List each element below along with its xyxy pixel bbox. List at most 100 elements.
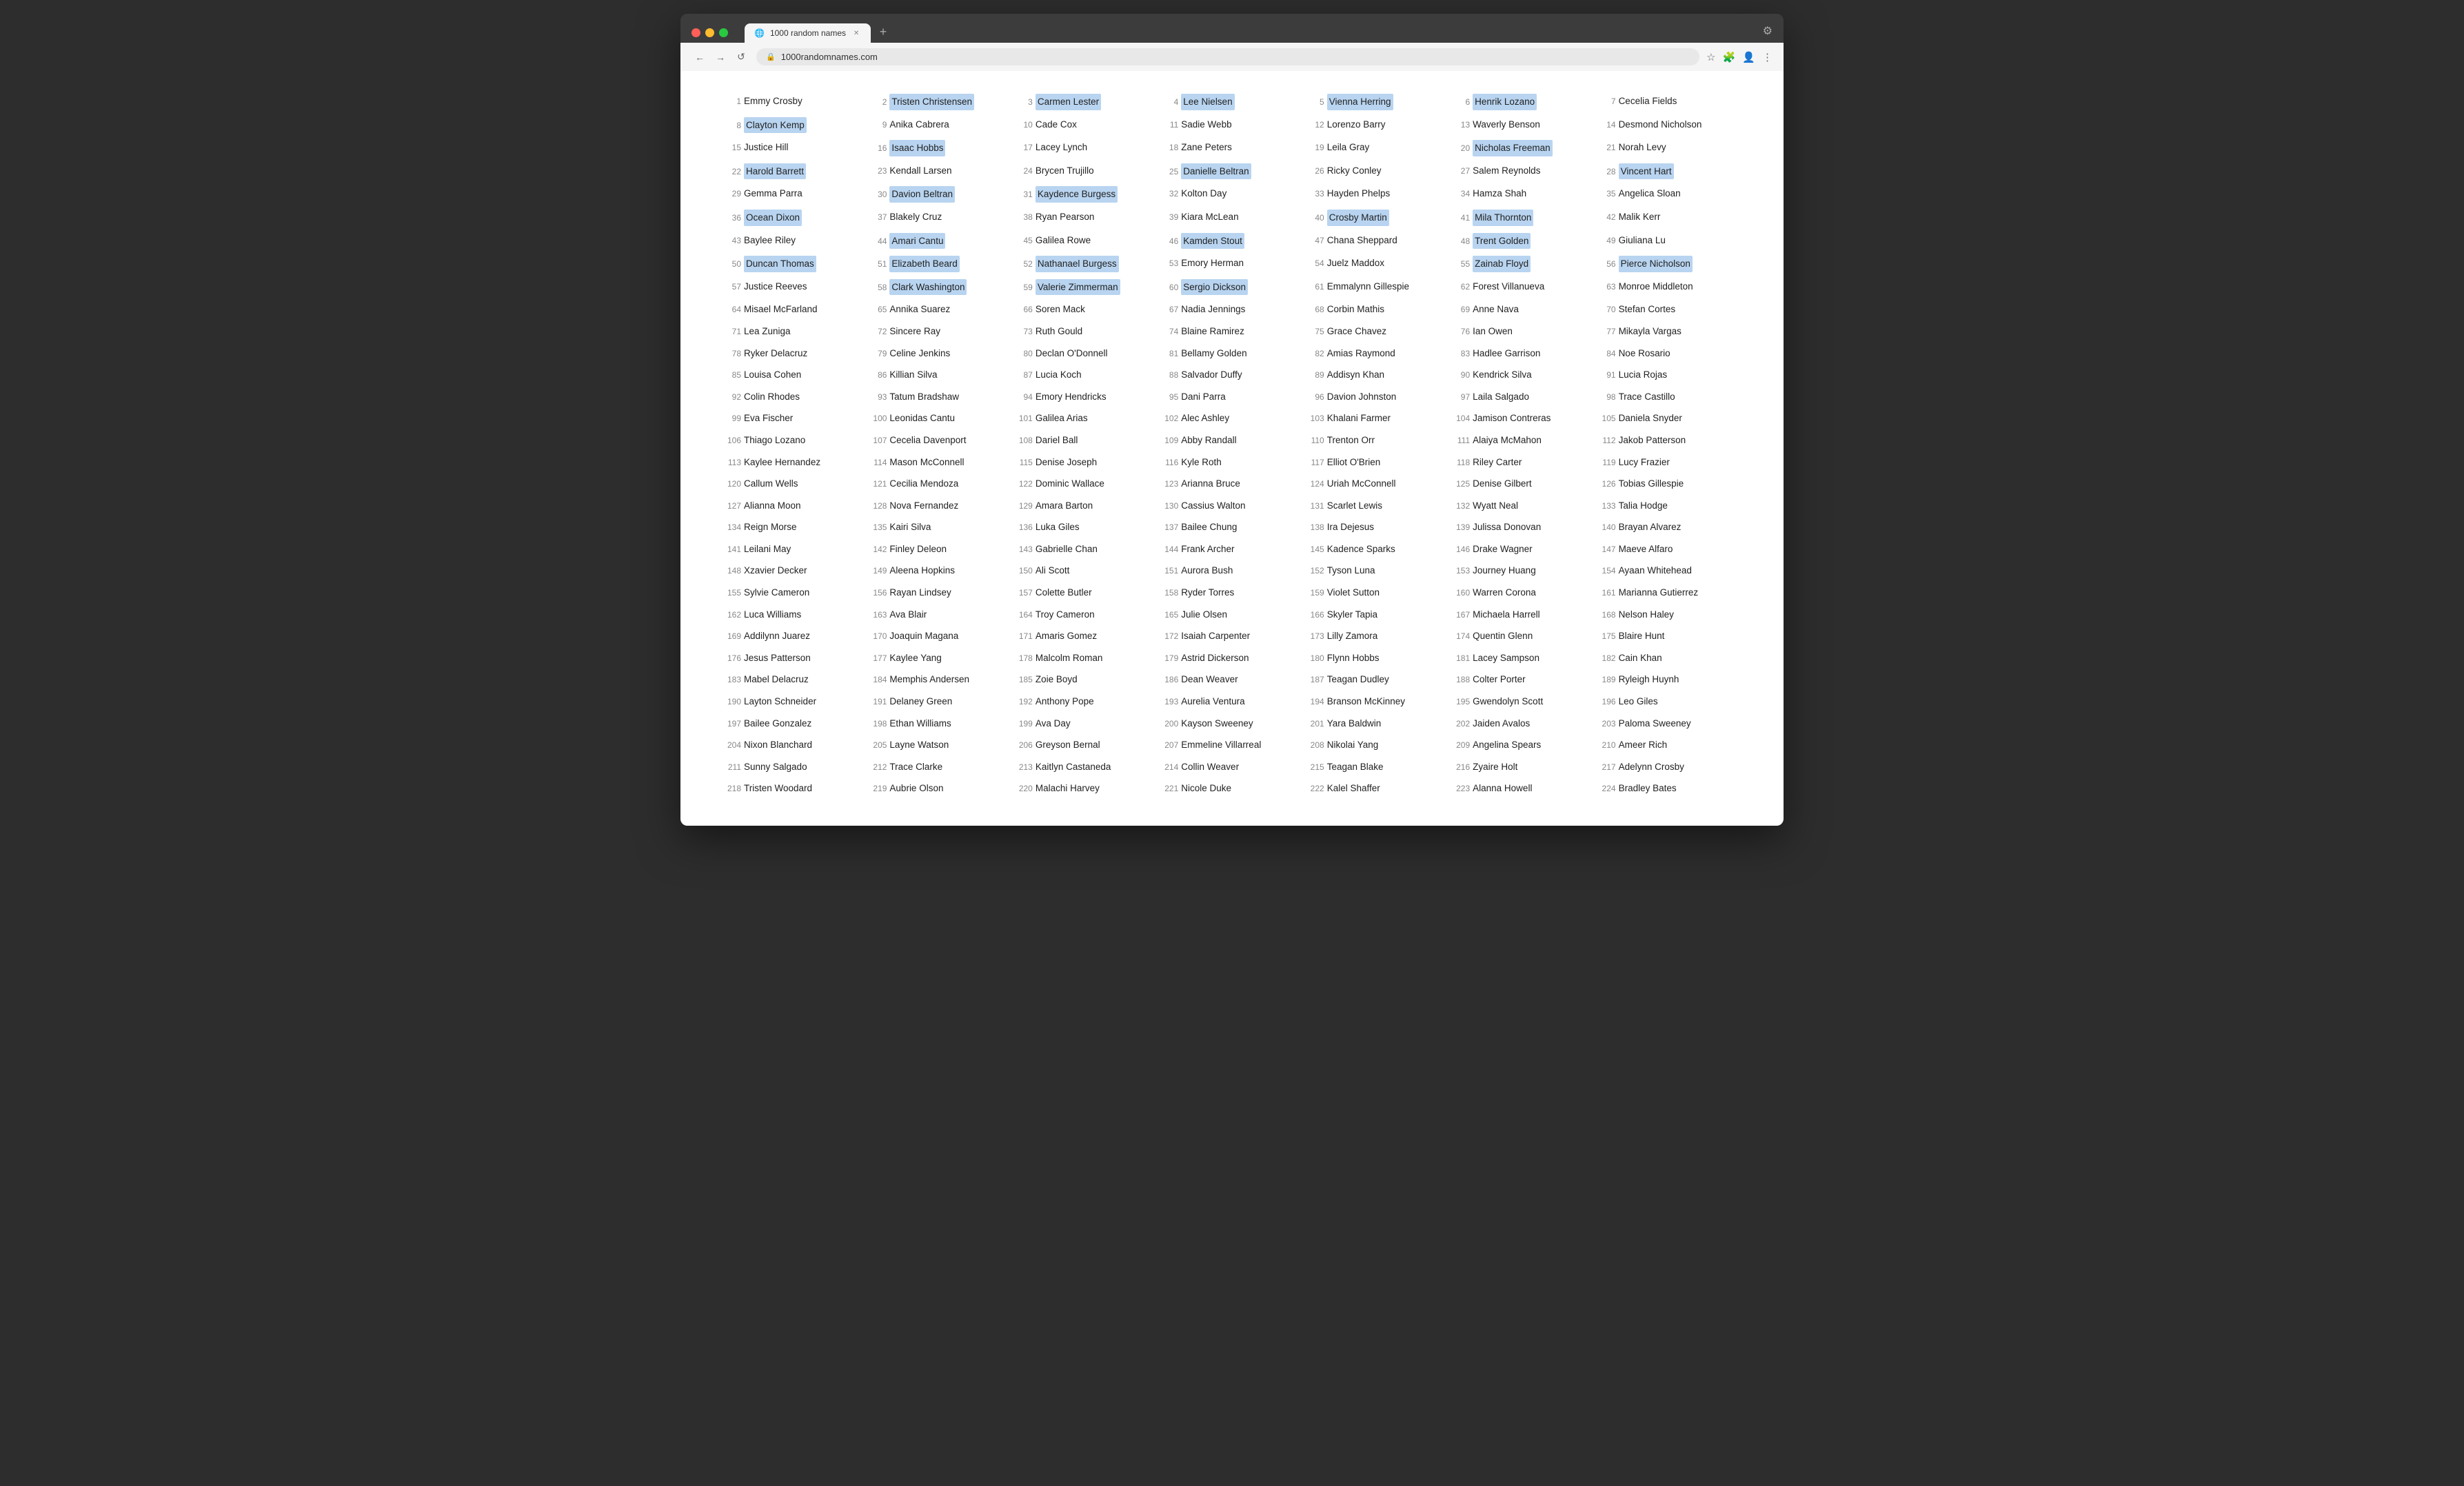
list-item: 3Carmen Lester [1013,92,1159,112]
name-number: 91 [1599,369,1616,382]
list-item: 170Joaquin Magana [867,627,1013,646]
list-item: 102Alec Ashley [1159,409,1304,428]
list-item: 74Blaine Ramirez [1159,322,1304,341]
name-text: Salvador Duffy [1181,367,1242,383]
name-number: 17 [1016,141,1033,154]
list-item: 221Nicole Duke [1159,779,1304,798]
list-item: 105Daniela Snyder [1597,409,1742,428]
list-item: 23Kendall Larsen [867,161,1013,182]
name-number: 146 [1453,543,1470,556]
list-item: 157Colette Butler [1013,583,1159,602]
name-text: Corbin Mathis [1327,302,1384,317]
bookmark-icon[interactable]: ☆ [1706,51,1715,63]
list-item: 193Aurelia Ventura [1159,692,1304,711]
name-text: Forest Villanueva [1473,279,1544,294]
name-number: 78 [725,347,741,360]
profile-icon[interactable]: 👤 [1742,51,1755,63]
name-text: Hayden Phelps [1327,186,1391,201]
names-grid: 1Emmy Crosby2Tristen Christensen3Carmen … [722,92,1742,798]
list-item: 209Angelina Spears [1451,735,1596,755]
list-item: 118Riley Carter [1451,453,1596,472]
name-text: Kairi Silva [889,520,931,535]
list-item: 124Uriah McConnell [1305,474,1451,493]
name-text: Daniela Snyder [1619,411,1682,426]
browser-window: 🌐 1000 random names ✕ + ⚙ ← → ↺ 🔒 1000ra… [680,14,1784,826]
list-item: 208Nikolai Yang [1305,735,1451,755]
new-tab-button[interactable]: + [873,22,893,41]
list-item: 161Marianna Gutierrez [1597,583,1742,602]
close-button[interactable] [691,28,700,37]
name-number: 113 [725,456,741,469]
name-number: 24 [1016,165,1033,178]
name-number: 99 [725,412,741,425]
name-text: Teagan Blake [1327,760,1384,775]
name-text: Nova Fernandez [889,498,958,513]
back-button[interactable]: ← [691,49,708,65]
list-item: 217Adelynn Crosby [1597,757,1742,777]
active-tab[interactable]: 🌐 1000 random names ✕ [745,23,871,43]
name-number: 188 [1453,673,1470,686]
name-number: 150 [1016,564,1033,578]
name-text: Khalani Farmer [1327,411,1391,426]
list-item: 15Justice Hill [722,138,867,159]
name-text: Norah Levy [1619,140,1666,155]
menu-icon[interactable]: ⋮ [1762,51,1773,63]
name-text: Memphis Andersen [889,672,969,687]
refresh-button[interactable]: ↺ [733,49,749,65]
name-number: 82 [1308,347,1324,360]
name-number: 73 [1016,325,1033,338]
list-item: 62Forest Villanueva [1451,277,1596,298]
list-item: 65Annika Suarez [867,300,1013,319]
tab-close-button[interactable]: ✕ [851,28,861,38]
name-text: Talia Hodge [1619,498,1668,513]
name-text: Alec Ashley [1181,411,1229,426]
name-text: Adelynn Crosby [1619,760,1684,775]
name-text: Ava Blair [889,607,927,622]
name-text: Cecelia Fields [1619,94,1677,109]
name-number: 117 [1308,456,1324,469]
name-text: Mikayla Vargas [1619,324,1682,339]
list-item: 13Waverly Benson [1451,115,1596,136]
name-number: 88 [1162,369,1178,382]
extensions-icon[interactable]: 🧩 [1723,51,1736,63]
name-text: Branson McKinney [1327,694,1405,709]
name-text: Tyson Luna [1327,563,1375,578]
list-item: 201Yara Baldwin [1305,714,1451,733]
name-text: Trenton Orr [1327,433,1375,448]
name-number: 148 [725,564,741,578]
name-text: Justice Hill [744,140,789,155]
name-text: Quentin Glenn [1473,629,1533,644]
list-item: 194Branson McKinney [1305,692,1451,711]
name-text: Ethan Williams [889,716,951,731]
name-text: Lee Nielsen [1181,94,1234,110]
name-number: 23 [870,165,887,178]
name-number: 87 [1016,369,1033,382]
forward-button[interactable]: → [712,49,729,65]
name-number: 18 [1162,141,1178,154]
name-number: 54 [1308,257,1324,270]
name-text: Cecelia Davenport [889,433,966,448]
url-bar[interactable]: 🔒 1000randomnames.com [756,48,1699,65]
name-number: 103 [1308,412,1324,425]
list-item: 70Stefan Cortes [1597,300,1742,319]
name-number: 85 [725,369,741,382]
list-item: 184Memphis Andersen [867,670,1013,689]
name-text: Justice Reeves [744,279,807,294]
name-text: Aurora Bush [1181,563,1233,578]
name-number: 162 [725,609,741,622]
list-item: 17Lacey Lynch [1013,138,1159,159]
maximize-button[interactable] [719,28,728,37]
minimize-button[interactable] [705,28,714,37]
list-item: 147Maeve Alfaro [1597,540,1742,559]
name-number: 32 [1162,187,1178,201]
list-item: 192Anthony Pope [1013,692,1159,711]
list-item: 73Ruth Gould [1013,322,1159,341]
list-item: 166Skyler Tapia [1305,605,1451,624]
nav-buttons: ← → ↺ [691,49,749,65]
name-text: Ryan Pearson [1036,210,1095,225]
name-text: Vienna Herring [1327,94,1393,110]
name-text: Trent Golden [1473,233,1531,250]
name-text: Kayson Sweeney [1181,716,1253,731]
name-number: 93 [870,391,887,404]
name-text: Kaitlyn Castaneda [1036,760,1111,775]
